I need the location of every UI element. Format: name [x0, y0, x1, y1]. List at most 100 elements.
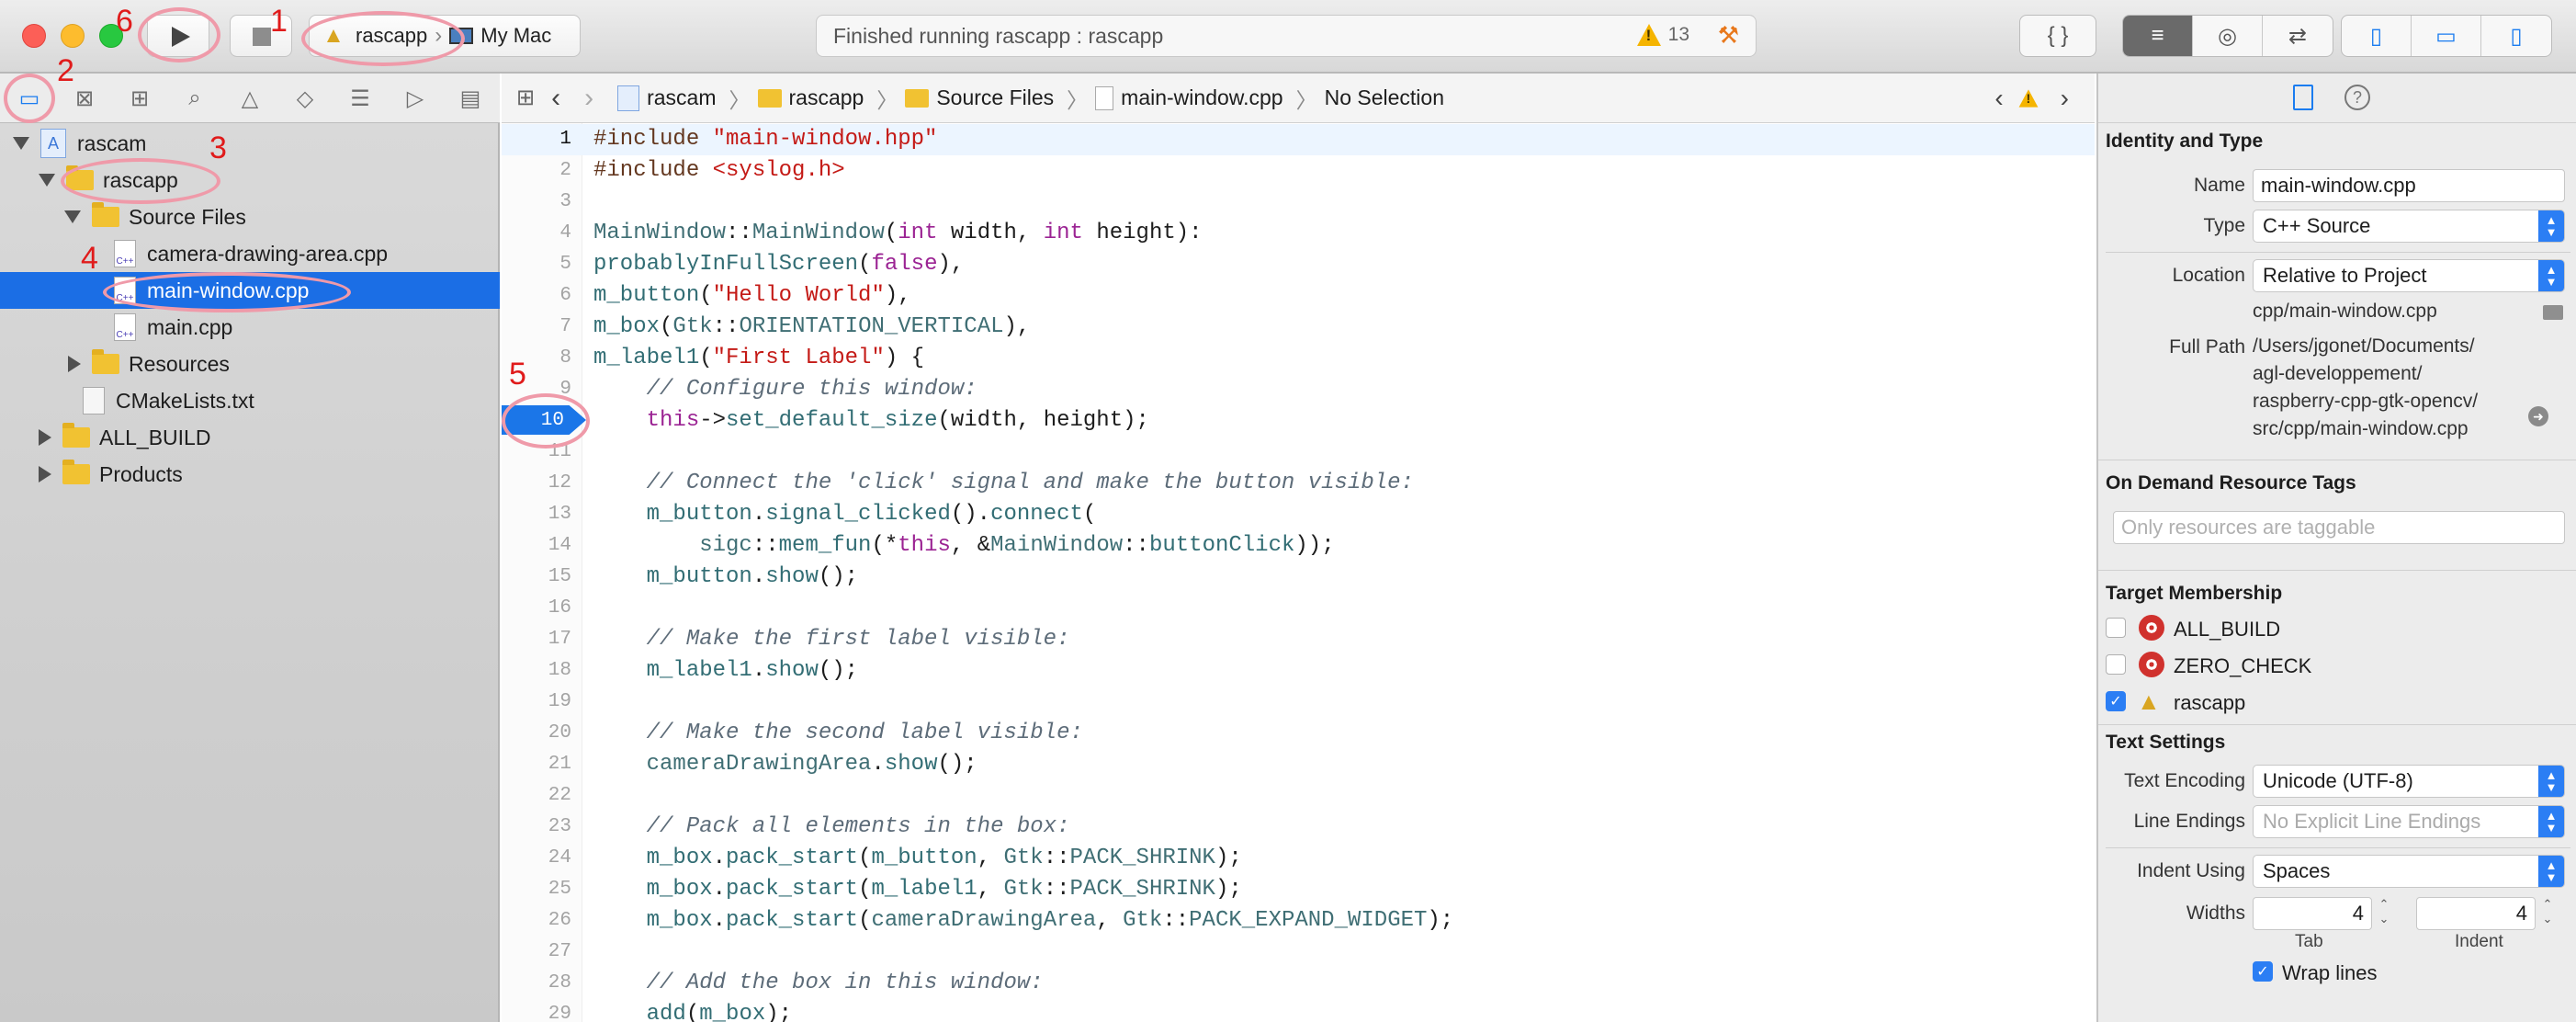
- tree-item-main-cpp[interactable]: C++ main.cpp: [0, 309, 500, 346]
- issue-icon[interactable]: △: [232, 81, 268, 116]
- tab-width-field[interactable]: 4: [2253, 897, 2372, 930]
- line-number[interactable]: 24: [502, 847, 571, 869]
- code-line[interactable]: 4 MainWindow::MainWindow(int width, int h…: [502, 218, 2095, 249]
- code-line[interactable]: 6 m_button("Hello World"),: [502, 280, 2095, 312]
- code-line[interactable]: 25 m_box.pack_start(m_label1, Gtk::PACK_…: [502, 874, 2095, 905]
- file-inspector-icon[interactable]: [2293, 85, 2313, 110]
- wrap-lines-checkbox[interactable]: ✓: [2253, 961, 2273, 982]
- line-number[interactable]: 15: [502, 566, 571, 587]
- toggle-inspector-button[interactable]: ▯: [2481, 16, 2551, 56]
- library-button[interactable]: { }: [2020, 16, 2096, 56]
- target-checkbox-zero-check[interactable]: [2106, 654, 2126, 675]
- line-number[interactable]: 3: [502, 191, 571, 212]
- code-line[interactable]: 20 // Make the second label visible:: [502, 718, 2095, 749]
- tree-item-source-files[interactable]: Source Files: [0, 199, 500, 235]
- line-number[interactable]: 16: [502, 597, 571, 619]
- jump-bar-symbol[interactable]: No Selection: [1325, 85, 1444, 110]
- jump-bar-folder[interactable]: Source Files: [905, 85, 1054, 110]
- toggle-navigator-button[interactable]: ▯: [2342, 16, 2412, 56]
- line-number[interactable]: 22: [502, 785, 571, 806]
- target-checkbox-rascapp[interactable]: ✓: [2106, 691, 2126, 711]
- code-area[interactable]: 1 #include "main-window.hpp" 2 #include <sy…: [502, 123, 2095, 1022]
- line-number[interactable]: 27: [502, 941, 571, 962]
- code-line[interactable]: 26 m_box.pack_start(cameraDrawingArea, G…: [502, 905, 2095, 937]
- back-arrow-icon[interactable]: ‹: [551, 83, 560, 114]
- line-number[interactable]: 23: [502, 816, 571, 837]
- breakpoint-icon[interactable]: ▷: [397, 81, 434, 116]
- code-line[interactable]: 19: [502, 687, 2095, 718]
- code-line[interactable]: 2 #include <syslog.h>: [502, 155, 2095, 187]
- encoding-select[interactable]: Unicode (UTF-8) ▲ ▼: [2253, 765, 2565, 798]
- tree-item-resources[interactable]: Resources: [0, 346, 500, 382]
- line-number[interactable]: 1: [502, 129, 571, 150]
- code-line[interactable]: 15 m_button.show();: [502, 562, 2095, 593]
- disclosure-closed-icon[interactable]: [39, 466, 51, 483]
- line-number[interactable]: 14: [502, 535, 571, 556]
- disclosure-open-icon[interactable]: [13, 137, 29, 150]
- indent-width-stepper[interactable]: ⌃ ⌄: [2539, 897, 2556, 930]
- jump-bar-project[interactable]: rascam: [617, 85, 717, 111]
- toggle-debug-area-button[interactable]: ▭: [2412, 16, 2481, 56]
- line-number[interactable]: 28: [502, 972, 571, 994]
- code-line[interactable]: 23 // Pack all elements in the box:: [502, 812, 2095, 843]
- line-number[interactable]: 12: [502, 472, 571, 494]
- jump-bar-group[interactable]: rascapp: [757, 85, 864, 110]
- folder-icon[interactable]: [2543, 305, 2563, 320]
- forward-arrow-icon[interactable]: ›: [584, 83, 593, 114]
- tree-item-products[interactable]: Products: [0, 456, 500, 493]
- indent-using-select[interactable]: Spaces ▲ ▼: [2253, 855, 2565, 888]
- reveal-arrow-icon[interactable]: ➜: [2528, 406, 2548, 426]
- help-icon[interactable]: ?: [2344, 85, 2370, 110]
- line-number[interactable]: 2: [502, 160, 571, 181]
- tree-item-all-build[interactable]: ALL_BUILD: [0, 419, 500, 456]
- jump-bar-file[interactable]: main-window.cpp: [1095, 85, 1283, 110]
- type-select[interactable]: C++ Source ▲ ▼: [2253, 210, 2565, 243]
- line-number[interactable]: 13: [502, 504, 571, 525]
- debug-icon[interactable]: ☰: [342, 81, 378, 116]
- code-line[interactable]: 3: [502, 187, 2095, 218]
- code-line[interactable]: 12 // Connect the 'click' signal and mak…: [502, 468, 2095, 499]
- line-number[interactable]: 25: [502, 879, 571, 900]
- target-checkbox-all-build[interactable]: [2106, 618, 2126, 638]
- line-number[interactable]: 5: [502, 254, 571, 275]
- standard-editor-button[interactable]: ≡: [2123, 16, 2193, 56]
- version-editor-button[interactable]: ⇄: [2263, 16, 2333, 56]
- previous-issue-icon[interactable]: ‹: [1994, 84, 2003, 113]
- assistant-editor-button[interactable]: ◎: [2193, 16, 2263, 56]
- line-number[interactable]: 18: [502, 660, 571, 681]
- code-line[interactable]: 21 cameraDrawingArea.show();: [502, 749, 2095, 780]
- search-icon[interactable]: ⌕: [176, 81, 213, 116]
- line-number[interactable]: 20: [502, 722, 571, 744]
- disclosure-open-icon[interactable]: [64, 210, 81, 223]
- tree-item-rascam[interactable]: A rascam: [0, 125, 500, 162]
- line-number[interactable]: 17: [502, 629, 571, 650]
- next-issue-icon[interactable]: ›: [2061, 84, 2069, 113]
- minimize-window-button[interactable]: [61, 24, 85, 48]
- tab-width-stepper[interactable]: ⌃ ⌄: [2376, 897, 2392, 930]
- warnings-indicator[interactable]: 13: [1636, 24, 1689, 46]
- line-number[interactable]: 19: [502, 691, 571, 712]
- code-line[interactable]: 1010 this->set_default_size(width, heigh…: [502, 405, 2095, 437]
- code-line[interactable]: 8 m_label1("First Label") {: [502, 343, 2095, 374]
- line-number[interactable]: 6: [502, 285, 571, 306]
- related-items-icon[interactable]: ⊞: [516, 85, 535, 111]
- line-endings-select[interactable]: No Explicit Line Endings ▲ ▼: [2253, 805, 2565, 838]
- code-line[interactable]: 29 add(m_box);: [502, 999, 2095, 1022]
- disclosure-open-icon[interactable]: [39, 174, 55, 187]
- code-line[interactable]: 16: [502, 593, 2095, 624]
- code-line[interactable]: 14 sigc::mem_fun(*this, &MainWindow::but…: [502, 530, 2095, 562]
- code-line[interactable]: 9 // Configure this window:: [502, 374, 2095, 405]
- name-field[interactable]: main-window.cpp: [2253, 169, 2565, 202]
- code-line[interactable]: 13 m_button.signal_clicked().connect(: [502, 499, 2095, 530]
- test-icon[interactable]: ◇: [287, 81, 323, 116]
- line-number[interactable]: 29: [502, 1004, 571, 1022]
- disclosure-closed-icon[interactable]: [68, 356, 81, 372]
- close-window-button[interactable]: [22, 24, 46, 48]
- symbol-icon[interactable]: ⊞: [121, 81, 158, 116]
- line-number[interactable]: 7: [502, 316, 571, 337]
- code-line[interactable]: 24 m_box.pack_start(m_button, Gtk::PACK_…: [502, 843, 2095, 874]
- tags-field[interactable]: Only resources are taggable: [2113, 511, 2565, 544]
- code-line[interactable]: 27: [502, 937, 2095, 968]
- indent-width-field[interactable]: 4: [2416, 897, 2536, 930]
- code-line[interactable]: 22: [502, 780, 2095, 812]
